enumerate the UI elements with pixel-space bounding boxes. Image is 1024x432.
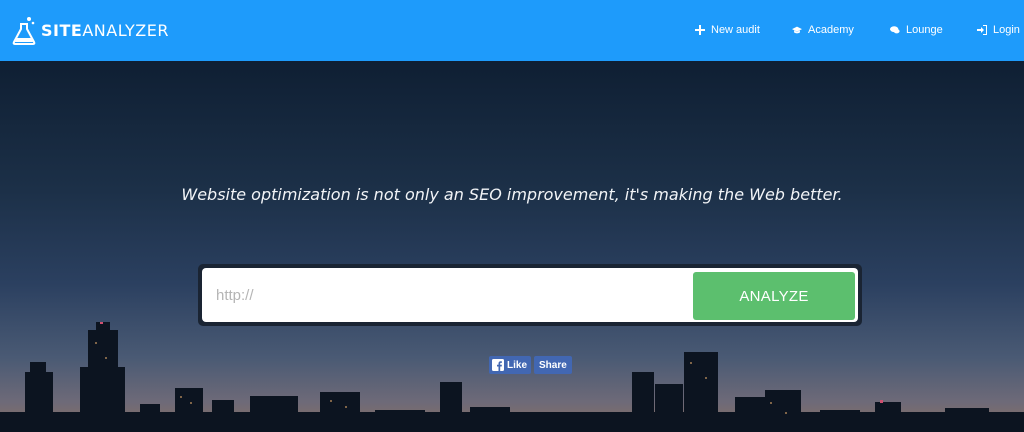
facebook-share-button[interactable]: Share <box>534 356 572 374</box>
nav-academy[interactable]: Academy <box>792 24 854 36</box>
nav-new-audit[interactable]: New audit <box>695 24 760 36</box>
nav-academy-label: Academy <box>808 24 854 36</box>
nav-login[interactable]: Login <box>977 24 1020 36</box>
analyze-button[interactable]: ANALYZE <box>693 272 855 320</box>
brand-name: SITEANALYZER <box>41 14 169 48</box>
url-input[interactable] <box>216 278 686 312</box>
chat-bubbles-icon <box>890 26 900 34</box>
site-logo[interactable]: SITEANALYZER <box>12 14 169 48</box>
brand-name-bold: SITE <box>41 21 83 40</box>
sign-in-icon <box>977 25 987 35</box>
nav-lounge-label: Lounge <box>906 24 943 36</box>
hero-section: Website optimization is not only an SEO … <box>0 61 1024 432</box>
city-skyline-background <box>0 322 1024 432</box>
top-navbar: SITEANALYZER New audit Academy Lounge Lo… <box>0 0 1024 61</box>
facebook-icon <box>492 359 504 371</box>
facebook-like-button[interactable]: Like <box>489 356 532 374</box>
nav-login-label: Login <box>993 24 1020 36</box>
plus-icon <box>695 25 705 35</box>
hero-tagline: Website optimization is not only an SEO … <box>181 185 843 204</box>
search-inner-panel: ANALYZE <box>202 268 858 322</box>
nav-lounge[interactable]: Lounge <box>890 24 943 36</box>
flask-logo-icon <box>12 17 36 45</box>
url-search-form: ANALYZE <box>198 264 862 326</box>
graduation-cap-icon <box>792 26 802 34</box>
brand-name-light: ANALYZER <box>82 21 169 40</box>
facebook-like-label: Like <box>507 359 528 371</box>
social-buttons: Like Share <box>489 356 572 374</box>
facebook-share-label: Share <box>539 359 567 371</box>
nav-new-audit-label: New audit <box>711 24 760 36</box>
